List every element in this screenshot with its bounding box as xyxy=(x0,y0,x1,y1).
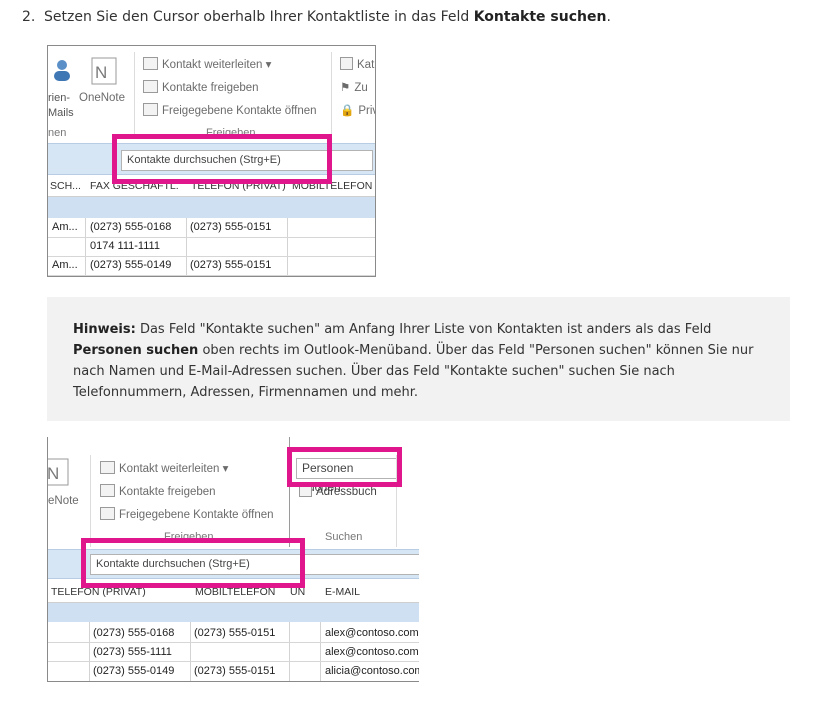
categorize-icon xyxy=(340,57,353,70)
group-band xyxy=(48,603,419,622)
group-label-left: nen xyxy=(48,127,67,139)
ribbon-separator xyxy=(331,52,332,138)
share-icon xyxy=(143,80,158,93)
forward-icon xyxy=(143,57,158,70)
contacts-table: Am... (0273) 555-0168 (0273) 555-0151 0174… xyxy=(48,218,375,276)
table-row[interactable]: Am... (0273) 555-0168 (0273) 555-0151 xyxy=(48,218,375,238)
step-instruction: 2. Setzen Sie den Cursor oberhalb Ihrer K… xyxy=(22,9,611,25)
highlight-frame xyxy=(81,538,305,588)
contact-mail-icon xyxy=(54,60,70,81)
highlight-frame xyxy=(287,447,402,487)
table-row[interactable]: 0174 111-1111 xyxy=(48,237,375,257)
column-header[interactable]: E-MAIL xyxy=(325,586,360,598)
table-row[interactable]: (0273) 555-0149 (0273) 555-0151 alicia@con… xyxy=(48,661,419,680)
private-icon: 🔒 xyxy=(340,105,355,117)
mails-label-1: rien- xyxy=(48,92,71,104)
open-shared-icon xyxy=(143,103,158,116)
note-bold-term: Personen suchen xyxy=(73,343,199,358)
open-shared-icon xyxy=(100,507,115,520)
forward-icon xyxy=(100,461,115,474)
share-icon xyxy=(100,484,115,497)
screenshot-contacts-search: rien- Mails nen N OneNote Kontakt weiter… xyxy=(47,45,376,277)
table-row[interactable]: (0273) 555-1111 alex@contoso.com xyxy=(48,642,419,662)
svg-text:N: N xyxy=(95,63,107,82)
share-contacts-button[interactable]: Kontakte freigeben xyxy=(143,80,259,94)
forward-contact-button[interactable]: Kontakt weiterleiten ▾ xyxy=(143,57,271,71)
step-text: Setzen Sie den Cursor oberhalb Ihrer Kon… xyxy=(44,9,474,25)
share-contacts-button[interactable]: Kontakte freigeben xyxy=(100,484,216,498)
column-header[interactable]: SCH... xyxy=(50,180,81,192)
svg-text:N: N xyxy=(47,464,59,483)
onenote-icon[interactable]: N xyxy=(90,56,118,86)
onenote-icon[interactable]: N xyxy=(47,457,70,487)
contacts-table: (0273) 555-0168 (0273) 555-0151 alex@conto… xyxy=(48,622,419,681)
note-text: Hinweis: Das Feld "Kontakte suchen" am A… xyxy=(73,322,754,400)
open-shared-contacts-button[interactable]: Freigegebene Kontakte öffnen xyxy=(100,507,274,521)
group-label-search: Suchen xyxy=(325,531,363,543)
private-button[interactable]: 🔒Priv xyxy=(340,103,375,117)
onenote-label[interactable]: OneNote xyxy=(79,92,125,104)
group-band xyxy=(48,197,375,218)
ribbon-separator xyxy=(134,52,135,138)
step-text-end: . xyxy=(606,9,611,25)
mails-label-2: Mails xyxy=(48,107,74,119)
screenshot-people-search: N eNote Kontakt weiterleiten ▾ Kontakte … xyxy=(47,437,419,682)
open-shared-contacts-button[interactable]: Freigegebene Kontakte öffnen xyxy=(143,103,317,117)
flag-icon: ⚑ xyxy=(340,82,351,94)
categorize-button[interactable]: Kat xyxy=(340,57,374,71)
onenote-label[interactable]: eNote xyxy=(48,495,79,507)
note-label: Hinweis: xyxy=(73,322,136,337)
step-number: 2. xyxy=(22,9,36,25)
table-row[interactable]: (0273) 555-0168 (0273) 555-0151 alex@conto… xyxy=(48,622,419,643)
table-row[interactable]: Am... (0273) 555-0149 (0273) 555-0151 xyxy=(48,256,375,276)
note-box: Hinweis: Das Feld "Kontakte suchen" am A… xyxy=(47,297,790,421)
step-bold-term: Kontakte suchen xyxy=(473,9,607,25)
follow-up-button[interactable]: ⚑ Zu xyxy=(340,80,368,94)
ribbon-separator xyxy=(90,455,91,547)
highlight-frame xyxy=(112,134,332,184)
forward-contact-button[interactable]: Kontakt weiterleiten ▾ xyxy=(100,461,228,475)
